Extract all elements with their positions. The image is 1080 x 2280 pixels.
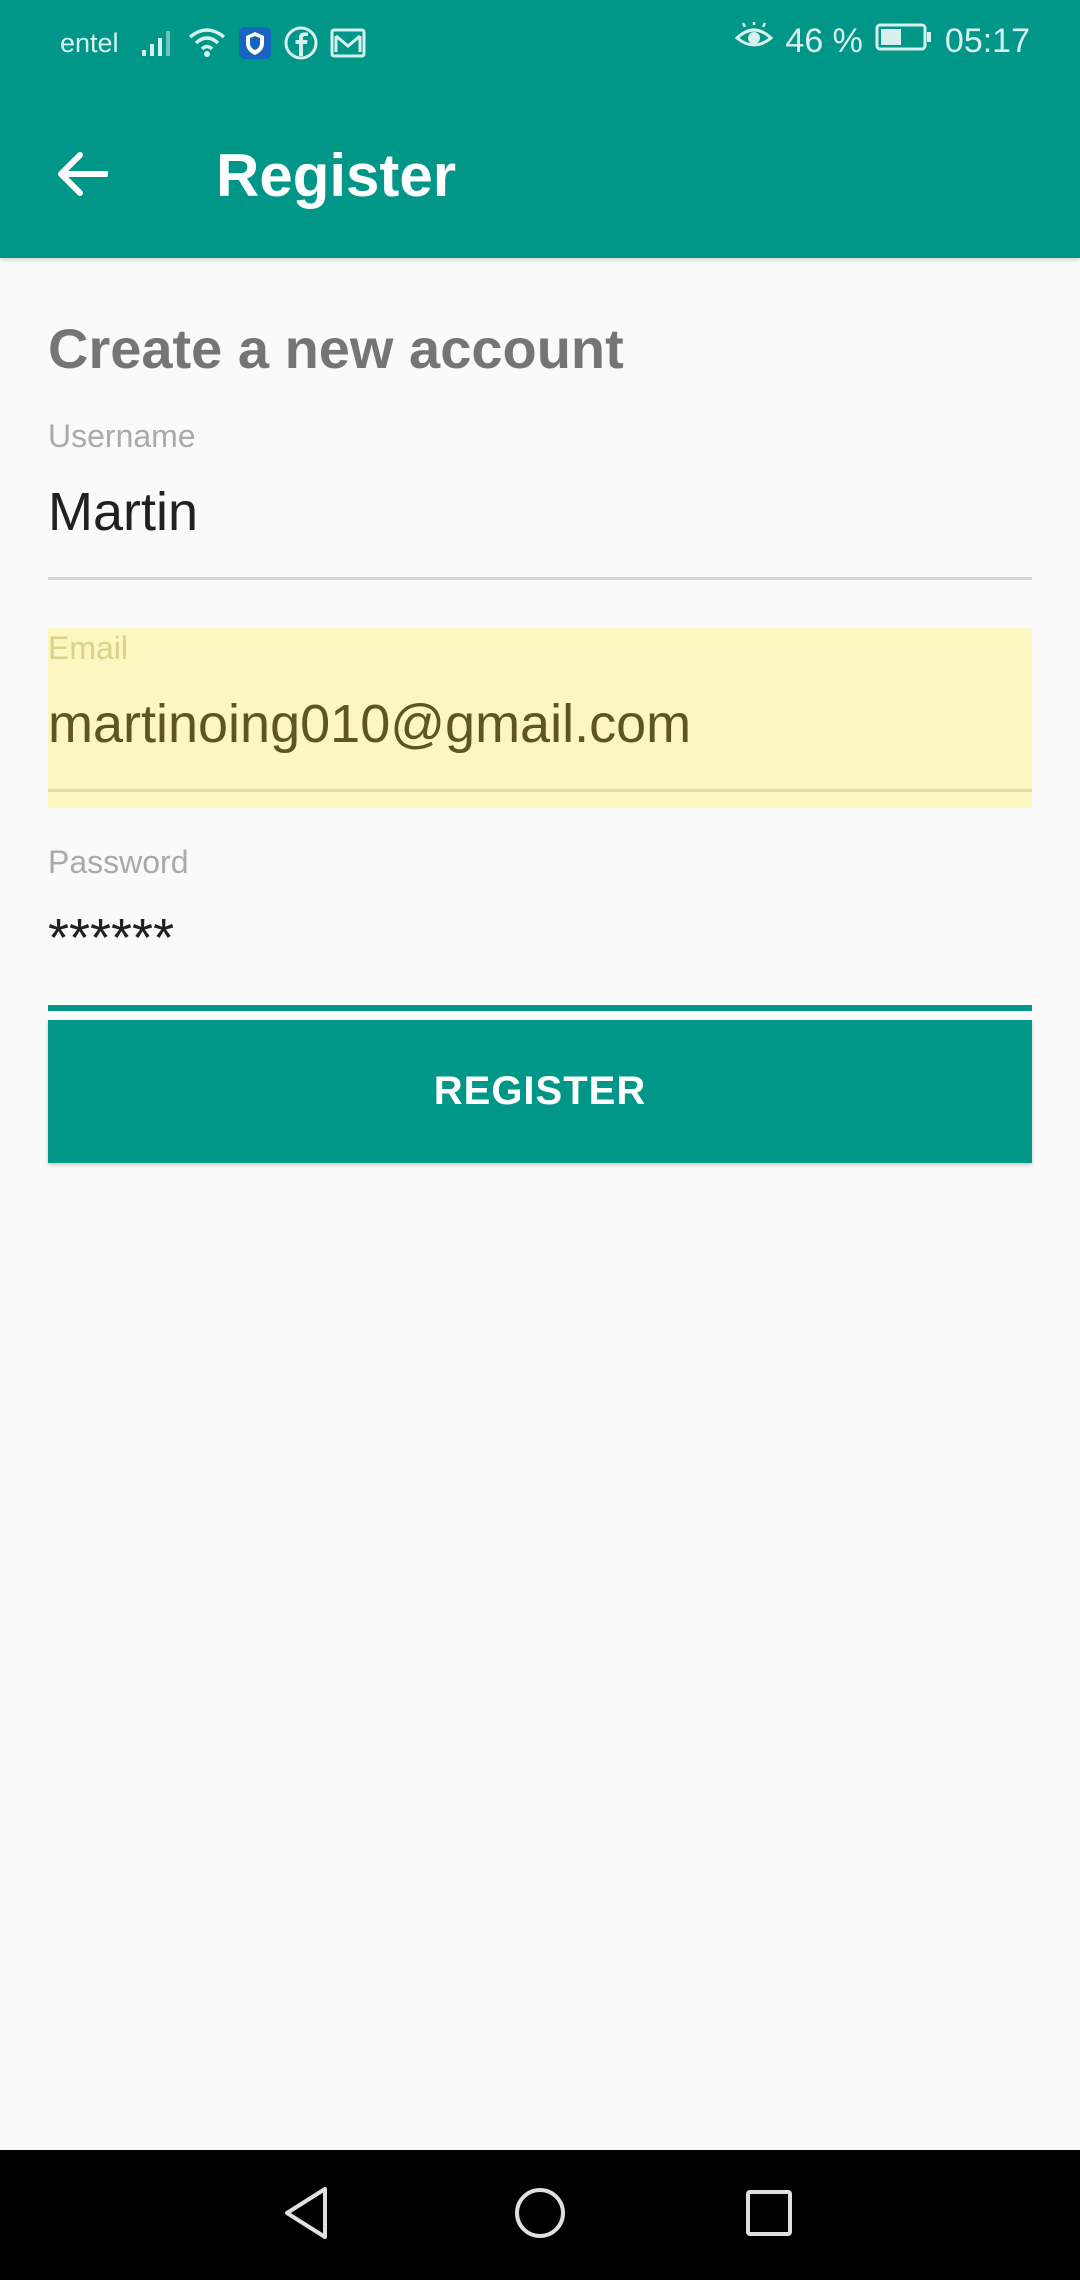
battery-icon — [875, 22, 933, 61]
username-input[interactable] — [48, 479, 1032, 545]
nav-home-button[interactable] — [505, 2180, 575, 2250]
back-button[interactable] — [42, 136, 122, 216]
username-label: Username — [48, 418, 196, 454]
password-field: Password — [48, 844, 1032, 1011]
email-field: Email — [48, 630, 1032, 792]
username-field: Username — [48, 418, 1032, 580]
eye-comfort-icon — [735, 22, 774, 61]
square-recents-icon — [739, 2183, 799, 2248]
password-label: Password — [48, 844, 189, 880]
triangle-back-icon — [277, 2183, 337, 2248]
nav-back-button[interactable] — [272, 2180, 342, 2250]
signal-icon — [140, 28, 176, 63]
password-input[interactable] — [48, 905, 1032, 971]
carrier-name: entel — [60, 28, 119, 58]
status-icons-right: 46 % 05:17 — [735, 22, 1030, 61]
status-bar: entel 46 % 05:17 — [0, 0, 1080, 92]
facebook-icon — [284, 26, 318, 65]
gmail-icon — [330, 27, 366, 64]
battery-percent: 46 % — [785, 22, 863, 60]
email-label: Email — [48, 630, 129, 666]
app-bar: Register — [0, 92, 1080, 258]
system-nav-bar — [0, 2150, 1080, 2280]
shield-app-icon — [238, 26, 272, 65]
email-underline — [48, 789, 1032, 792]
arrow-left-icon — [56, 151, 109, 201]
wifi-icon — [188, 27, 226, 64]
nav-recents-button[interactable] — [734, 2180, 804, 2250]
clock: 05:17 — [944, 22, 1030, 60]
circle-home-icon — [510, 2183, 570, 2248]
email-input[interactable] — [48, 691, 1032, 757]
password-underline — [48, 1005, 1032, 1011]
status-icons-left — [140, 26, 366, 65]
page-title: Register — [216, 142, 457, 209]
form-heading: Create a new account — [48, 317, 624, 380]
username-underline — [48, 577, 1032, 580]
register-button[interactable]: REGISTER — [48, 1020, 1032, 1163]
